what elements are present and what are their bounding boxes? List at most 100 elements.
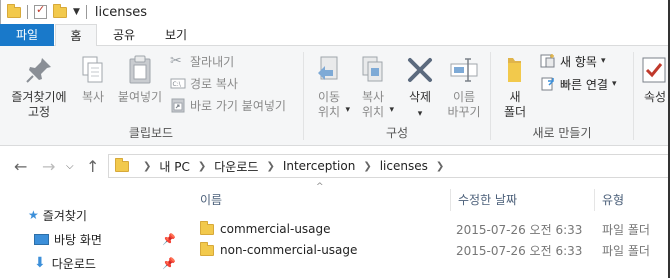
tab-view[interactable]: 보기	[150, 24, 202, 46]
new-folder-label: 새 폴더	[503, 90, 527, 119]
cut-button[interactable]: ✂ 잘라내기	[170, 52, 234, 70]
folder-icon	[115, 157, 129, 172]
new-folder-icon[interactable]	[53, 3, 67, 18]
file-date: 2015-07-26 오전 6:33	[456, 222, 583, 237]
breadcrumb-licenses[interactable]: licenses	[380, 159, 428, 173]
copy-button[interactable]: 복사	[76, 54, 110, 105]
content-area: ^ 이름 수정한 날짜 유형 ★ 즐겨찾기 바탕 화면 📌 ⬇ 다운로드 📌 c…	[0, 182, 670, 278]
breadcrumb-separator-icon[interactable]: ❯	[436, 161, 444, 172]
download-arrow-icon: ⬇	[34, 255, 46, 271]
new-folder-button[interactable]: 새 폴더	[496, 54, 534, 120]
pin-label: 즐겨찾기에 고정	[11, 90, 67, 119]
back-arrow-icon[interactable]: ←	[14, 157, 27, 176]
copy-to-icon	[362, 56, 383, 82]
cut-label: 잘라내기	[190, 54, 235, 69]
copy-to-dropdown-icon: ▾	[389, 105, 394, 115]
column-header-name[interactable]: 이름	[200, 189, 222, 211]
list-item[interactable]: commercial-usage 2015-07-26 오전 6:33 파일 폴…	[200, 219, 670, 239]
breadcrumb-separator-icon[interactable]: ❯	[266, 161, 274, 172]
easy-access-dropdown-icon: ▾	[611, 79, 617, 89]
column-divider[interactable]	[594, 189, 595, 211]
breadcrumb-downloads[interactable]: 다운로드	[214, 158, 258, 175]
pin-to-quick-access-button[interactable]: 즐겨찾기에 고정	[8, 54, 70, 120]
paste-label: 붙여넣기	[117, 90, 163, 104]
new-item-icon	[540, 54, 555, 68]
move-to-button[interactable]: 이동 위치 ▾	[310, 54, 350, 120]
copy-to-button[interactable]: 복사 위치 ▾	[354, 54, 394, 120]
nav-item-desktop[interactable]: 바탕 화면	[34, 229, 102, 249]
copy-path-button[interactable]: C:\ 경로 복사	[170, 74, 238, 92]
new-group-label: 새로 만들기	[532, 126, 592, 140]
paste-shortcut-label: 바로 가기 붙여넣기	[190, 98, 286, 113]
file-date: 2015-07-26 오전 6:33	[456, 243, 583, 258]
copy-label: 복사	[81, 90, 105, 104]
nav-item-quick-access[interactable]: ★ 즐겨찾기	[28, 205, 87, 225]
quick-access-toolbar: ▼	[7, 3, 87, 19]
paste-icon	[129, 55, 151, 84]
column-header-type[interactable]: 유형	[602, 189, 624, 211]
move-to-icon	[318, 56, 338, 80]
easy-access-icon	[541, 77, 554, 91]
delete-label: 삭제	[408, 90, 432, 104]
rename-icon	[450, 58, 478, 82]
title-bar: ▼ licenses	[0, 0, 670, 24]
file-name-cell: commercial-usage	[200, 220, 456, 236]
recent-locations-chevron-icon[interactable]: ⌵	[66, 161, 74, 172]
breadcrumb-separator-icon[interactable]: ❯	[198, 161, 206, 172]
move-to-label: 이동 위치	[317, 90, 341, 119]
toolbar-divider	[27, 5, 28, 19]
nav-quick-access-label: 즐겨찾기	[42, 208, 87, 223]
file-name-cell: non-commercial-usage	[200, 241, 456, 257]
tab-share[interactable]: 공유	[104, 24, 144, 46]
ribbon: 즐겨찾기에 고정 복사 붙여넣기 ✂ 잘라내기 C:\ 경로 복사 바로 가기 …	[0, 46, 670, 146]
breadcrumb-separator-icon[interactable]: ❯	[363, 161, 371, 172]
forward-arrow-icon[interactable]: →	[42, 157, 55, 176]
nav-item-downloads[interactable]: ⬇ 다운로드	[34, 253, 96, 273]
rename-button[interactable]: 이름 바꾸기	[444, 54, 484, 120]
organize-group-label: 구성	[385, 126, 409, 140]
desktop-icon	[34, 233, 49, 245]
pin-icon	[26, 58, 51, 83]
column-header-date[interactable]: 수정한 날짜	[458, 189, 517, 211]
new-item-button[interactable]: 새 항목 ▾	[540, 52, 605, 70]
nav-downloads-label: 다운로드	[51, 256, 96, 271]
file-name: non-commercial-usage	[220, 243, 358, 257]
toolbar-divider	[85, 5, 87, 19]
tab-file[interactable]: 파일	[0, 24, 54, 46]
copy-path-label: 경로 복사	[190, 76, 238, 91]
scissors-icon: ✂	[170, 53, 182, 69]
breadcrumb-this-pc[interactable]: 내 PC	[159, 158, 189, 175]
column-divider[interactable]	[450, 189, 451, 211]
copy-path-icon: C:\	[170, 78, 186, 89]
move-to-dropdown-icon: ▾	[345, 105, 350, 115]
easy-access-label: 빠른 연결	[560, 77, 608, 92]
navigation-bar: ← → ⌵ ↑ ❯ 내 PC ❯ 다운로드 ❯ Interception ❯ l…	[0, 147, 670, 185]
svg-text:C:\: C:\	[173, 81, 182, 88]
properties-icon	[642, 57, 666, 83]
clipboard-group-label: 클립보드	[128, 126, 174, 140]
properties-icon[interactable]	[34, 3, 47, 19]
new-folder-icon	[508, 58, 521, 82]
new-item-dropdown-icon: ▾	[600, 56, 606, 66]
pinned-icon: 📌	[162, 257, 176, 270]
ribbon-tabs: 파일 홈 공유 보기	[0, 24, 670, 47]
breadcrumb-interception[interactable]: Interception	[283, 159, 356, 173]
delete-button[interactable]: 삭제 ▾	[400, 54, 440, 122]
easy-access-button[interactable]: 빠른 연결 ▾	[540, 75, 617, 93]
tab-home[interactable]: 홈	[55, 24, 97, 47]
paste-button[interactable]: 붙여넣기	[114, 54, 166, 105]
paste-shortcut-button[interactable]: 바로 가기 붙여넣기	[170, 96, 286, 114]
address-bar[interactable]: ❯ 내 PC ❯ 다운로드 ❯ Interception ❯ licenses …	[108, 154, 670, 178]
window-title: licenses	[94, 4, 148, 20]
list-item[interactable]: non-commercial-usage 2015-07-26 오전 6:33 …	[200, 240, 670, 260]
rename-label: 이름 바꾸기	[447, 90, 481, 119]
properties-button[interactable]: 속성	[638, 54, 670, 105]
folder-icon	[7, 3, 21, 18]
breadcrumb-separator-icon[interactable]: ❯	[143, 161, 151, 172]
nav-desktop-label: 바탕 화면	[54, 232, 102, 247]
pinned-icon: 📌	[162, 233, 176, 246]
file-type: 파일 폴더	[602, 222, 650, 237]
up-arrow-icon[interactable]: ↑	[86, 157, 99, 176]
folder-icon	[200, 220, 214, 235]
customize-toolbar-dropdown-icon[interactable]: ▼	[73, 7, 80, 17]
